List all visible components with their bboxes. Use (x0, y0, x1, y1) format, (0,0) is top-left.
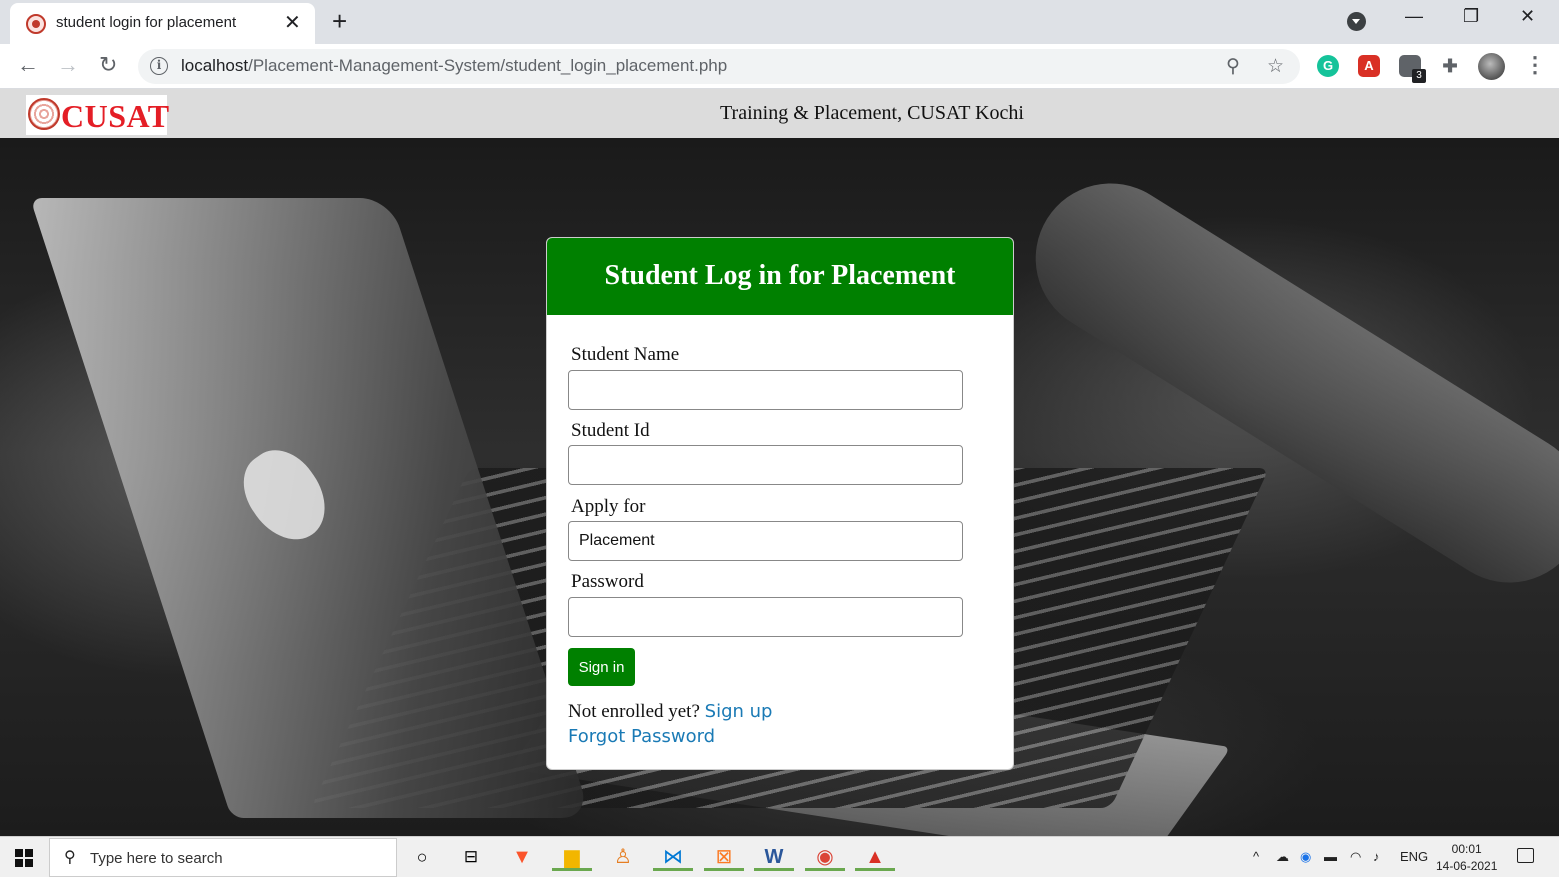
student-name-label: Student Name (571, 344, 680, 365)
zoom-icon[interactable]: ⚲ (1226, 55, 1240, 78)
taskbar: ⚲ Type here to search ○ ⊟ ▼ ▆ ♙ ⋈ ⊠ W ◉ … (0, 836, 1559, 877)
bookmark-star-icon[interactable]: ☆ (1267, 55, 1284, 78)
windows-start-icon[interactable] (15, 849, 33, 867)
url-text[interactable]: localhost/Placement-Management-System/st… (181, 56, 727, 76)
apply-for-input[interactable] (568, 521, 963, 561)
enroll-prompt: Not enrolled yet? Sign up (568, 701, 772, 723)
tab-title: student login for placement (56, 14, 237, 31)
browser-toolbar: ← → ↻ i localhost/Placement-Management-S… (0, 44, 1559, 89)
file-explorer-icon[interactable]: ▆ (552, 843, 592, 871)
login-card-header: Student Log in for Placement (547, 238, 1013, 315)
acrobat-extension-icon[interactable]: A (1358, 55, 1380, 77)
forgot-password-link[interactable]: Forgot Password (568, 726, 715, 747)
acrobat-icon[interactable]: ▲ (855, 843, 895, 871)
login-title: Student Log in for Placement (604, 260, 956, 291)
vscode-icon[interactable]: ⋈ (653, 843, 693, 871)
clock[interactable]: 00:01 14-06-2021 (1436, 841, 1497, 875)
student-id-input[interactable] (568, 445, 963, 485)
forward-arrow-icon[interactable]: → (57, 52, 79, 78)
new-tab-button[interactable]: + (332, 6, 347, 37)
cortana-icon[interactable]: ○ (408, 843, 436, 871)
password-input[interactable] (568, 597, 963, 637)
chrome-icon[interactable]: ◉ (805, 843, 845, 871)
address-bar[interactable]: i localhost/Placement-Management-System/… (138, 49, 1300, 84)
login-card: Student Log in for Placement Student Nam… (546, 237, 1014, 770)
background-photo: Student Log in for Placement Student Nam… (0, 138, 1559, 836)
student-id-label: Student Id (571, 420, 650, 441)
menu-kebab-icon[interactable]: ⋮ (1524, 52, 1546, 78)
language-indicator[interactable]: ENG (1400, 849, 1428, 864)
apply-for-label: Apply for (571, 496, 646, 517)
word-icon[interactable]: W (754, 843, 794, 871)
battery-icon[interactable]: ▬ (1324, 849, 1337, 864)
app-icon[interactable]: ♙ (609, 843, 637, 871)
brave-browser-icon[interactable]: ▼ (508, 843, 536, 871)
student-name-input[interactable] (568, 370, 963, 410)
volume-icon[interactable]: ♪ (1373, 849, 1380, 864)
profile-menu-icon[interactable] (1347, 12, 1366, 31)
window-close-icon[interactable]: ✕ (1520, 6, 1535, 27)
sign-up-link[interactable]: Sign up (705, 701, 773, 722)
notifications-icon[interactable] (1517, 848, 1534, 863)
cusat-favicon-icon (26, 14, 46, 34)
restore-icon[interactable]: ❐ (1463, 6, 1479, 27)
clock-time: 00:01 (1451, 842, 1482, 856)
site-title: Training & Placement, CUSAT Kochi (720, 102, 1024, 124)
onedrive-icon[interactable]: ☁ (1276, 849, 1289, 865)
grammarly-extension-icon[interactable]: G (1317, 55, 1339, 77)
browser-tab-strip: student login for placement ✕ + — ❐ ✕ (0, 0, 1559, 44)
xampp-icon[interactable]: ⊠ (704, 843, 744, 871)
extensions-puzzle-icon[interactable]: ✚ (1439, 55, 1461, 77)
page-viewport: CUSAT Training & Placement, CUSAT Kochi … (0, 89, 1559, 836)
tray-chevron-icon[interactable]: ^ (1253, 849, 1259, 864)
site-info-icon[interactable]: i (150, 57, 168, 75)
reload-icon[interactable]: ↻ (99, 52, 117, 78)
tray-app-icon[interactable]: ◉ (1300, 849, 1311, 865)
avatar[interactable] (1478, 53, 1505, 80)
password-label: Password (571, 571, 644, 592)
minimize-icon[interactable]: — (1405, 6, 1423, 27)
taskbar-search-box[interactable]: ⚲ Type here to search (49, 838, 397, 877)
back-arrow-icon[interactable]: ← (17, 52, 39, 78)
close-icon[interactable]: ✕ (284, 10, 301, 35)
not-enrolled-text: Not enrolled yet? (568, 701, 700, 722)
site-header: CUSAT Training & Placement, CUSAT Kochi (0, 89, 1559, 138)
wifi-icon[interactable]: ◠ (1350, 849, 1361, 865)
browser-tab[interactable]: student login for placement ✕ (10, 3, 315, 44)
task-view-icon[interactable]: ⊟ (457, 843, 485, 871)
sign-in-button[interactable]: Sign in (568, 648, 635, 686)
extension-badge: 3 (1412, 69, 1426, 83)
search-icon: ⚲ (64, 849, 76, 866)
clock-date: 14-06-2021 (1436, 859, 1498, 873)
search-placeholder: Type here to search (90, 850, 223, 867)
